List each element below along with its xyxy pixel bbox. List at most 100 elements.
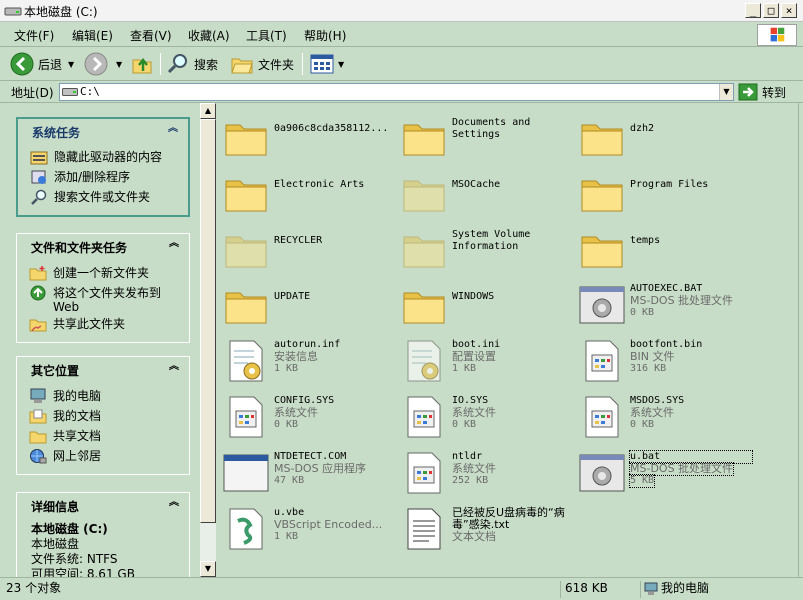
maximize-button[interactable]: □ [763,3,779,18]
folder-icon [581,236,623,268]
menu-file[interactable]: 文件(F) [14,27,54,44]
collapse-chevron-icon[interactable]: ︽ [167,360,181,374]
menu-favorites[interactable]: 收藏(A) [188,27,230,44]
file-item[interactable]: boot.ini 配置设置 1 KB [396,333,574,383]
folder-item[interactable]: dzh2 [574,109,752,159]
collapse-chevron-icon[interactable]: ︽ [166,122,180,136]
place-shared-documents[interactable]: 共享文档 [27,426,183,446]
task-publish-to-web[interactable]: 将这个文件夹发布到 Web [27,283,183,314]
task-search-files[interactable]: 搜索文件或文件夹 [28,187,182,207]
back-button[interactable]: 后退 ▼ [10,52,74,76]
menu-view[interactable]: 查看(V) [130,27,172,44]
item-type: MS-DOS 应用程序 [274,462,367,475]
title-bar[interactable]: 本地磁盘 (C:) _ □ × [0,0,803,22]
menu-help[interactable]: 帮助(H) [304,27,346,44]
folder-item[interactable]: WINDOWS [396,277,574,327]
folder-item[interactable]: RECYCLER [218,221,396,271]
file-item[interactable]: 已经被反U盘病毒的“病毒”感染.txt 文本文档 [396,501,574,551]
item-size: 1 KB [452,363,477,374]
folder-item[interactable]: System Volume Information [396,221,574,271]
forward-button[interactable]: ▼ [84,52,122,76]
search-button[interactable]: 搜索 [166,52,218,76]
windows-logo-icon [757,24,797,46]
collapse-chevron-icon[interactable]: ︽ [167,237,181,251]
task-add-remove-programs[interactable]: 添加/删除程序 [28,167,182,187]
task-hide-drive-contents[interactable]: 隐藏此驱动器的内容 [28,147,182,167]
scroll-down-icon[interactable]: ▼ [200,561,216,577]
file-item[interactable]: IO.SYS 系统文件 0 KB [396,389,574,439]
add-remove-programs-icon [31,170,46,184]
batch-file-icon [579,454,625,492]
drive-icon [62,88,78,96]
collapse-chevron-icon[interactable]: ︽ [167,496,181,510]
views-button[interactable]: ▼ [310,52,344,76]
minimize-button[interactable]: _ [745,3,761,18]
back-dropdown-icon[interactable]: ▼ [68,60,74,69]
details-header[interactable]: 详细信息 ︽ [16,492,190,516]
forward-dropdown-icon[interactable]: ▼ [116,60,122,69]
place-my-computer[interactable]: 我的电脑 [27,386,183,406]
task-pane-scrollbar[interactable]: ▲ ▼ [200,103,216,577]
task-pane: 系统任务 ︽ 隐藏此驱动器的内容 添加/删除程序 搜索文件或文件夹 文件和文件夹… [0,103,200,577]
address-input[interactable]: C:\ ▼ [59,83,734,101]
file-item[interactable]: ntldr 系统文件 252 KB [396,445,574,495]
item-type: 系统文件 [452,406,496,419]
item-name: Electronic Arts [274,179,365,190]
task-share-folder[interactable]: 共享此文件夹 [27,314,183,334]
address-dropdown-icon[interactable]: ▼ [719,84,733,100]
file-view[interactable]: 0a906c8cda358112... Documents and Setting… [216,103,798,577]
file-item[interactable]: u.bat MS-DOS 批处理文件 5 KB [574,445,753,495]
folders-button[interactable]: 文件夹 [230,52,294,76]
place-network-places[interactable]: 网上邻居 [27,446,183,466]
go-arrow-icon [738,83,758,101]
folder-item[interactable]: UPDATE [218,277,396,327]
other-places-panel: 其它位置 ︽ 我的电脑 我的文档 共享文档 网上邻居 [16,356,190,475]
menu-edit[interactable]: 编辑(E) [72,27,113,44]
item-type: MS-DOS 批处理文件 [628,462,735,476]
file-item[interactable]: NTDETECT.COM MS-DOS 应用程序 47 KB [218,445,396,495]
file-item[interactable]: u.vbe VBScript Encoded... 1 KB [218,501,396,551]
item-name: WINDOWS [452,291,495,302]
close-button[interactable]: × [781,3,797,18]
item-size: 0 KB [274,419,299,430]
settings-file-icon [229,340,263,382]
item-name: Program Files [630,179,709,190]
publish-web-icon [30,285,46,301]
go-button[interactable]: 转到 [738,83,786,101]
file-folder-tasks-title: 文件和文件夹任务 [31,241,128,255]
up-button[interactable] [130,52,158,76]
item-type: 系统文件 [630,406,674,419]
menu-tools[interactable]: 工具(T) [246,27,287,44]
file-folder-tasks-header[interactable]: 文件和文件夹任务 ︽ [16,233,190,257]
folder-item[interactable]: MSOCache [396,165,574,215]
file-item[interactable]: CONFIG.SYS 系统文件 0 KB [218,389,396,439]
menu-bar: 文件(F) 编辑(E) 查看(V) 收藏(A) 工具(T) 帮助(H) [0,23,803,47]
details-name: 本地磁盘 (C:) [31,522,108,536]
scroll-up-icon[interactable]: ▲ [200,103,216,119]
item-name: RECYCLER [274,235,323,246]
folder-item[interactable]: temps [574,221,752,271]
scroll-thumb[interactable] [200,119,216,523]
folder-item[interactable]: Electronic Arts [218,165,396,215]
system-file-icon [407,452,441,494]
place-my-documents[interactable]: 我的文档 [27,406,183,426]
views-dropdown-icon[interactable]: ▼ [338,60,344,69]
file-item[interactable]: MSDOS.SYS 系统文件 0 KB [574,389,752,439]
item-name: 已经被反U盘病毒的“病毒”感染.txt [452,506,565,531]
item-type: 系统文件 [274,406,318,419]
folder-item[interactable]: 0a906c8cda358112... [218,109,396,159]
item-type: MS-DOS 批处理文件 [630,294,734,307]
hide-contents-icon [30,151,48,165]
system-tasks-header[interactable]: 系统任务 ︽ [16,117,190,141]
folder-item[interactable]: Program Files [574,165,752,215]
folder-icon [225,236,267,268]
other-places-header[interactable]: 其它位置 ︽ [16,356,190,380]
item-name: Documents and Settings [452,117,531,140]
folder-item[interactable]: Documents and Settings [396,109,574,159]
file-item[interactable]: AUTOEXEC.BAT MS-DOS 批处理文件 0 KB [574,277,752,327]
file-item[interactable]: bootfont.bin BIN 文件 316 KB [574,333,752,383]
file-item[interactable]: autorun.inf 安装信息 1 KB [218,333,396,383]
new-folder-icon [29,266,47,281]
task-new-folder[interactable]: 创建一个新文件夹 [27,263,183,283]
item-name: UPDATE [274,291,311,302]
